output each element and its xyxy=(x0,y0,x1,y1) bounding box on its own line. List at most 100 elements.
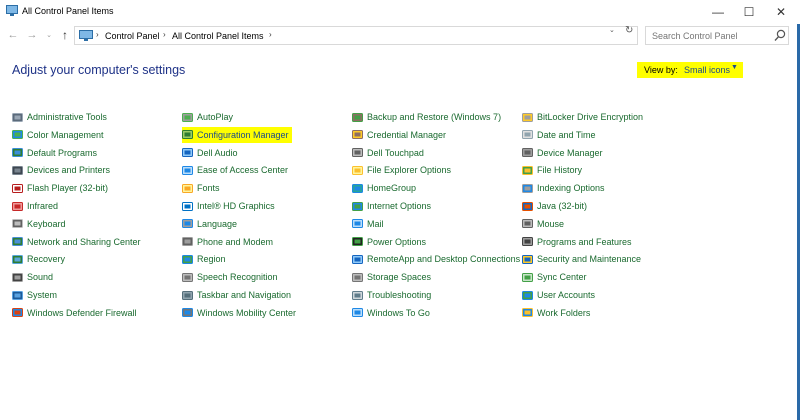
control-panel-item-autoplay[interactable]: AutoPlay xyxy=(182,109,233,125)
control-panel-item-label: Dell Audio xyxy=(197,147,238,158)
control-panel-item-region[interactable]: Region xyxy=(182,251,226,267)
control-panel-item-label: Java (32-bit) xyxy=(537,201,588,211)
speech-recognition-icon xyxy=(182,272,193,282)
firewall-icon xyxy=(12,308,23,318)
control-panel-item-touchpad[interactable]: Dell Touchpad xyxy=(352,145,424,161)
breadcrumb-separator: › xyxy=(269,30,272,39)
control-panel-item-configuration-manager[interactable]: Configuration Manager xyxy=(182,126,292,143)
touchpad-icon xyxy=(352,148,363,158)
back-button[interactable]: ← xyxy=(5,26,21,44)
control-panel-item-infrared[interactable]: Infrared xyxy=(12,198,58,214)
homegroup-icon xyxy=(352,183,363,193)
control-panel-item-phone-modem[interactable]: Phone and Modem xyxy=(182,234,273,250)
minimize-button[interactable]: — xyxy=(702,0,734,24)
control-panel-item-credential-manager[interactable]: Credential Manager xyxy=(352,127,446,143)
view-by-selector[interactable]: View by: Small icons ▼ xyxy=(637,62,743,78)
control-panel-item-flash-player[interactable]: Flash Player (32-bit) xyxy=(12,180,108,196)
control-panel-item-label: Intel® HD Graphics xyxy=(197,201,275,211)
control-panel-item-sound[interactable]: Sound xyxy=(12,269,53,285)
forward-button[interactable]: → xyxy=(24,26,40,44)
control-panel-item-date-time[interactable]: Date and Time xyxy=(522,127,596,143)
control-panel-item-java[interactable]: Java (32-bit) xyxy=(522,198,587,214)
control-panel-item-fonts[interactable]: Fonts xyxy=(182,180,220,196)
control-panel-item-storage-spaces[interactable]: Storage Spaces xyxy=(352,269,431,285)
maximize-button[interactable]: ☐ xyxy=(733,0,765,24)
control-panel-item-label: Default Programs xyxy=(27,147,98,158)
control-panel-item-devices-printers[interactable]: Devices and Printers xyxy=(12,162,110,178)
address-dropdown-button[interactable]: ⌄ xyxy=(609,26,615,34)
control-panel-item-label: Programs and Features xyxy=(537,236,632,247)
control-panel-item-label: Security and Maintenance xyxy=(537,254,642,265)
control-panel-item-label: Windows Defender Firewall xyxy=(27,307,137,318)
close-button[interactable]: ✕ xyxy=(765,0,797,24)
refresh-button[interactable]: ↻ xyxy=(625,25,633,36)
control-panel-item-taskbar[interactable]: Taskbar and Navigation xyxy=(182,287,291,303)
control-panel-item-keyboard[interactable]: Keyboard xyxy=(12,216,66,232)
view-by-value[interactable]: Small icons xyxy=(684,65,730,75)
programs-features-icon xyxy=(522,237,533,247)
search-icon[interactable] xyxy=(774,29,786,42)
control-panel-item-label: Mail xyxy=(367,218,384,229)
recent-locations-button[interactable]: ⌄ xyxy=(41,26,57,44)
region-icon xyxy=(182,254,193,264)
control-panel-item-ease-of-access[interactable]: Ease of Access Center xyxy=(182,162,288,178)
control-panel-item-speech-recognition[interactable]: Speech Recognition xyxy=(182,269,278,285)
breadcrumb-control-panel[interactable]: Control Panel xyxy=(105,31,160,41)
control-panel-item-power-options[interactable]: Power Options xyxy=(352,234,426,250)
control-panel-item-mail[interactable]: Mail xyxy=(352,216,384,232)
view-by-label: View by: xyxy=(644,65,678,75)
control-panel-item-sync-center[interactable]: Sync Center xyxy=(522,269,587,285)
control-panel-item-label: Taskbar and Navigation xyxy=(197,290,292,300)
control-panel-item-device-manager[interactable]: Device Manager xyxy=(522,145,603,161)
address-bar[interactable]: › Control Panel › All Control Panel Item… xyxy=(74,26,638,45)
control-panel-item-label: Sound xyxy=(27,272,54,283)
control-panel-item-label: Work Folders xyxy=(537,307,591,318)
control-panel-item-label: Network and Sharing Center xyxy=(27,236,141,247)
control-panel-item-user-accounts[interactable]: User Accounts xyxy=(522,287,595,303)
control-panel-item-label: Device Manager xyxy=(537,147,603,158)
control-panel-item-backup-restore[interactable]: Backup and Restore (Windows 7) xyxy=(352,109,501,125)
control-panel-item-network[interactable]: Network and Sharing Center xyxy=(12,234,141,250)
control-panel-item-programs-features[interactable]: Programs and Features xyxy=(522,234,632,250)
control-panel-item-default-programs[interactable]: Default Programs xyxy=(12,145,97,161)
control-panel-item-label: Speech Recognition xyxy=(197,272,278,283)
control-panel-item-system[interactable]: System xyxy=(12,287,57,303)
control-panel-item-color-management[interactable]: Color Management xyxy=(12,127,104,143)
control-panel-item-file-explorer-options[interactable]: File Explorer Options xyxy=(352,162,451,178)
chevron-down-icon[interactable]: ▼ xyxy=(731,64,738,71)
control-panel-item-security-maintenance[interactable]: Security and Maintenance xyxy=(522,251,641,267)
intel-graphics-icon xyxy=(182,201,193,211)
up-button[interactable]: ↑ xyxy=(57,26,73,44)
control-panel-item-troubleshooting[interactable]: Troubleshooting xyxy=(352,287,431,303)
control-panel-item-dell-audio[interactable]: Dell Audio xyxy=(182,145,238,161)
control-panel-item-file-history[interactable]: File History xyxy=(522,162,582,178)
breadcrumb-all-items[interactable]: All Control Panel Items xyxy=(172,31,264,41)
control-panel-item-work-folders[interactable]: Work Folders xyxy=(522,305,590,321)
control-panel-item-remoteapp[interactable]: RemoteApp and Desktop Connections xyxy=(352,251,520,267)
default-programs-icon xyxy=(12,148,23,158)
control-panel-item-label: Mouse xyxy=(537,218,565,229)
admin-tools-icon xyxy=(12,112,23,122)
control-panel-item-indexing-options[interactable]: Indexing Options xyxy=(522,180,605,196)
control-panel-item-bitlocker[interactable]: BitLocker Drive Encryption xyxy=(522,109,643,125)
search-input[interactable]: Search Control Panel xyxy=(645,26,789,45)
control-panel-item-label: Storage Spaces xyxy=(367,272,432,283)
work-folders-icon xyxy=(522,308,533,318)
control-panel-item-homegroup[interactable]: HomeGroup xyxy=(352,180,416,196)
dell-audio-icon xyxy=(182,148,193,158)
control-panel-item-label: HomeGroup xyxy=(367,183,417,194)
control-panel-item-label: Configuration Manager xyxy=(197,129,289,140)
control-panel-item-label: File History xyxy=(537,165,583,176)
breadcrumb-separator: › xyxy=(163,30,166,39)
control-panel-item-recovery[interactable]: Recovery xyxy=(12,251,65,267)
configuration-manager-icon xyxy=(182,130,193,140)
control-panel-item-mobility-center[interactable]: Windows Mobility Center xyxy=(182,305,296,321)
control-panel-item-mouse[interactable]: Mouse xyxy=(522,216,564,232)
control-panel-item-admin-tools[interactable]: Administrative Tools xyxy=(12,109,107,125)
control-panel-item-firewall[interactable]: Windows Defender Firewall xyxy=(12,305,137,321)
indexing-options-icon xyxy=(522,183,533,193)
control-panel-item-language[interactable]: Language xyxy=(182,216,237,232)
control-panel-item-intel-graphics[interactable]: Intel® HD Graphics xyxy=(182,198,275,214)
control-panel-item-internet-options[interactable]: Internet Options xyxy=(352,198,431,214)
control-panel-item-windows-to-go[interactable]: Windows To Go xyxy=(352,305,430,321)
